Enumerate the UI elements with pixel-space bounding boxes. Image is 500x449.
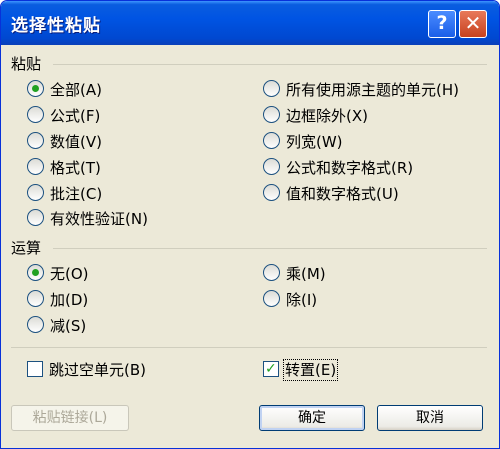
radio-icon <box>27 316 44 333</box>
radio-icon <box>27 290 44 307</box>
cancel-button[interactable]: 取消 <box>377 405 483 431</box>
radio-icon <box>263 184 280 201</box>
paste-option-comments[interactable]: 批注(C) <box>27 183 102 205</box>
operation-option-add[interactable]: 加(D) <box>27 289 88 311</box>
paste-option-formulas-number-formats[interactable]: 公式和数字格式(R) <box>263 157 413 179</box>
paste-option-source-theme[interactable]: 所有使用源主题的单元(H) <box>263 79 459 101</box>
checkbox-checked-icon <box>263 358 279 380</box>
radio-icon <box>263 106 280 123</box>
paste-section-divider <box>53 64 487 65</box>
radio-icon <box>263 158 280 175</box>
operation-option-subtract[interactable]: 减(S) <box>27 315 86 337</box>
skip-blanks-checkbox[interactable]: 跳过空单元(B) <box>27 359 146 381</box>
paste-option-values[interactable]: 数值(V) <box>27 131 102 153</box>
paste-option-formulas[interactable]: 公式(F) <box>27 105 100 127</box>
paste-option-values-number-formats[interactable]: 值和数字格式(U) <box>263 183 399 205</box>
radio-icon <box>27 264 44 281</box>
radio-icon <box>27 184 44 201</box>
radio-icon <box>263 132 280 149</box>
paste-option-all[interactable]: 全部(A) <box>27 79 102 101</box>
radio-icon <box>263 290 280 307</box>
title-bar[interactable]: 选择性粘贴 ? ✕ <box>1 1 499 45</box>
operation-option-divide[interactable]: 除(I) <box>263 289 317 311</box>
checkbox-icon <box>27 360 43 377</box>
close-icon: ✕ <box>464 11 482 35</box>
operation-section-heading: 运算 <box>11 239 42 257</box>
help-button[interactable]: ? <box>428 10 456 38</box>
help-icon: ? <box>436 12 448 34</box>
transpose-checkbox[interactable]: 转置(E) <box>263 358 339 381</box>
operation-option-multiply[interactable]: 乘(M) <box>263 263 326 285</box>
operation-section-divider <box>53 248 487 249</box>
paste-option-validation[interactable]: 有效性验证(N) <box>27 208 148 230</box>
checkbox-section-divider <box>11 347 487 348</box>
dialog-title: 选择性粘贴 <box>11 16 101 36</box>
paste-option-except-borders[interactable]: 边框除外(X) <box>263 105 368 127</box>
radio-icon <box>27 132 44 149</box>
radio-icon <box>263 80 280 97</box>
operation-option-none[interactable]: 无(O) <box>27 263 89 285</box>
paste-link-button[interactable]: 粘贴链接(L) <box>11 405 129 431</box>
radio-icon <box>263 264 280 281</box>
paste-option-formats[interactable]: 格式(T) <box>27 157 101 179</box>
radio-icon <box>27 209 44 226</box>
radio-icon <box>27 158 44 175</box>
paste-section-heading: 粘贴 <box>11 55 42 73</box>
close-button[interactable]: ✕ <box>459 10 487 38</box>
paste-option-column-widths[interactable]: 列宽(W) <box>263 131 343 153</box>
ok-button[interactable]: 确定 <box>259 405 365 431</box>
paste-special-dialog: 选择性粘贴 ? ✕ 粘贴 全部(A) 公式(F) 数值(V) 格式(T) 批注(… <box>0 0 500 449</box>
radio-icon <box>27 106 44 123</box>
radio-icon <box>27 80 44 97</box>
